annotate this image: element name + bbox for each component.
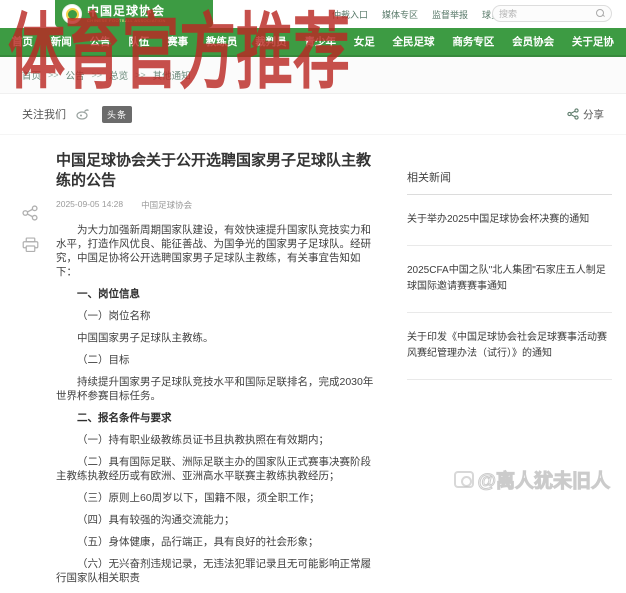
top-link-media[interactable]: 媒体专区: [382, 8, 418, 21]
article: 中国足球协会关于公开选聘国家男子足球队主教练的公告 2025-09-05 14:…: [56, 135, 393, 593]
main-nav: 首页 新闻 公告 队伍 赛事 教练员 裁判员 青少年 女足 全民足球 商务专区 …: [0, 28, 626, 57]
nav-item-home[interactable]: 首页: [12, 34, 33, 49]
top-link-arbitration[interactable]: 仲裁入口: [332, 8, 368, 21]
breadcrumb-announcements[interactable]: 公告: [66, 68, 85, 82]
article-paragraph: （二）具有国际足联、洲际足联主办的国家队正式赛事决赛阶段主教练执教经历或有欧洲、…: [56, 455, 379, 483]
nav-item-competitions[interactable]: 赛事: [167, 34, 188, 49]
article-tools-rail: [22, 135, 56, 593]
top-bar: 中国足球协会 CHINESE FOOTBALL ASSOCIATION 仲裁入口…: [0, 0, 626, 28]
breadcrumb-separator: >>: [92, 70, 103, 80]
related-news-item[interactable]: 2025CFA中国之队"北人集团"石家庄五人制足球国际邀请赛赛事通知: [407, 246, 612, 313]
nav-item-grassroots[interactable]: 全民足球: [393, 34, 435, 49]
article-paragraph: （一）岗位名称: [56, 309, 379, 323]
top-links: 仲裁入口 媒体专区 监督举报 球员自荐: [332, 0, 518, 28]
nav-item-coaches[interactable]: 教练员: [206, 34, 238, 49]
article-title: 中国足球协会关于公开选聘国家男子足球队主教练的公告: [56, 151, 379, 190]
breadcrumb-overview[interactable]: 总览: [109, 68, 128, 82]
breadcrumb-home[interactable]: 首页: [22, 68, 41, 82]
search-input[interactable]: [499, 9, 596, 19]
follow-us-label: 关注我们: [22, 106, 66, 122]
top-link-report[interactable]: 监督举报: [432, 8, 468, 21]
article-paragraph: （五）身体健康，品行端正，具有良好的社会形象；: [56, 535, 379, 549]
article-paragraph: 为大力加强新周期国家队建设，有效快速提升国家队竞技实力和水平，打造作风优良、能征…: [56, 223, 379, 279]
share-label: 分享: [583, 107, 604, 122]
search-box[interactable]: [492, 5, 612, 22]
related-news-item[interactable]: 关于举办2025中国足球协会杯决赛的通知: [407, 195, 612, 246]
nav-item-about[interactable]: 关于足协: [572, 34, 614, 49]
print-icon[interactable]: [22, 237, 39, 253]
breadcrumb: 首页 >> 公告 >> 总览 >> 其他通知: [0, 57, 626, 94]
related-news-sidebar: 相关新闻 关于举办2025中国足球协会杯决赛的通知 2025CFA中国之队"北人…: [407, 135, 612, 593]
follow-bar: 关注我们 头条 分享: [0, 94, 626, 135]
share-button[interactable]: 分享: [567, 107, 604, 122]
article-paragraph: （一）持有职业级教练员证书且执教执照在有效期内；: [56, 433, 379, 447]
breadcrumb-other-notices[interactable]: 其他通知: [153, 68, 191, 82]
nav-item-teams[interactable]: 队伍: [128, 34, 149, 49]
logo-title: 中国足球协会: [87, 5, 166, 17]
nav-item-referees[interactable]: 裁判员: [255, 34, 287, 49]
article-section-heading: 一、岗位信息: [56, 287, 379, 301]
breadcrumb-separator: >>: [48, 70, 59, 80]
cfa-crest-icon: [62, 4, 82, 24]
article-source: 中国足球协会: [141, 199, 192, 211]
article-section-heading: 二、报名条件与要求: [56, 411, 379, 425]
nav-item-youth[interactable]: 青少年: [304, 34, 336, 49]
nav-item-business[interactable]: 商务专区: [452, 34, 494, 49]
article-paragraph: 持续提升国家男子足球队竞技水平和国际足联排名，完成2030年世界杯参赛目标任务。: [56, 375, 379, 403]
headline-badge: 头条: [102, 106, 132, 123]
related-news-title: 相关新闻: [407, 169, 612, 195]
nav-item-news[interactable]: 新闻: [51, 34, 72, 49]
nav-item-announcements[interactable]: 公告: [90, 34, 111, 49]
article-paragraph: （三）原则上60周岁以下，国籍不限，须全职工作；: [56, 491, 379, 505]
search-icon[interactable]: [596, 9, 605, 18]
nav-item-members[interactable]: 会员协会: [512, 34, 554, 49]
share-article-icon[interactable]: [22, 205, 38, 221]
article-paragraph: （六）无兴奋剂违规记录，无违法犯罪记录且无可能影响正常履行国家队相关职责: [56, 557, 379, 585]
article-paragraph: （二）目标: [56, 353, 379, 367]
cfa-logo[interactable]: 中国足球协会 CHINESE FOOTBALL ASSOCIATION: [55, 0, 213, 28]
article-paragraph: 中国国家男子足球队主教练。: [56, 331, 379, 345]
logo-subtitle: CHINESE FOOTBALL ASSOCIATION: [87, 19, 166, 23]
main-content: 中国足球协会关于公开选聘国家男子足球队主教练的公告 2025-09-05 14:…: [0, 135, 626, 593]
weibo-icon[interactable]: [76, 108, 90, 120]
article-body: 为大力加强新周期国家队建设，有效快速提升国家队竞技实力和水平，打造作风优良、能征…: [56, 223, 379, 585]
article-date: 2025-09-05 14:28: [56, 199, 123, 211]
share-icon: [567, 108, 579, 120]
nav-item-womens[interactable]: 女足: [354, 34, 375, 49]
article-meta: 2025-09-05 14:28 中国足球协会: [56, 199, 379, 211]
related-news-item[interactable]: 关于印发《中国足球协会社会足球赛事活动赛风赛纪管理办法（试行）》的通知: [407, 313, 612, 380]
breadcrumb-separator: >>: [135, 70, 146, 80]
article-paragraph: （四）具有较强的沟通交流能力；: [56, 513, 379, 527]
